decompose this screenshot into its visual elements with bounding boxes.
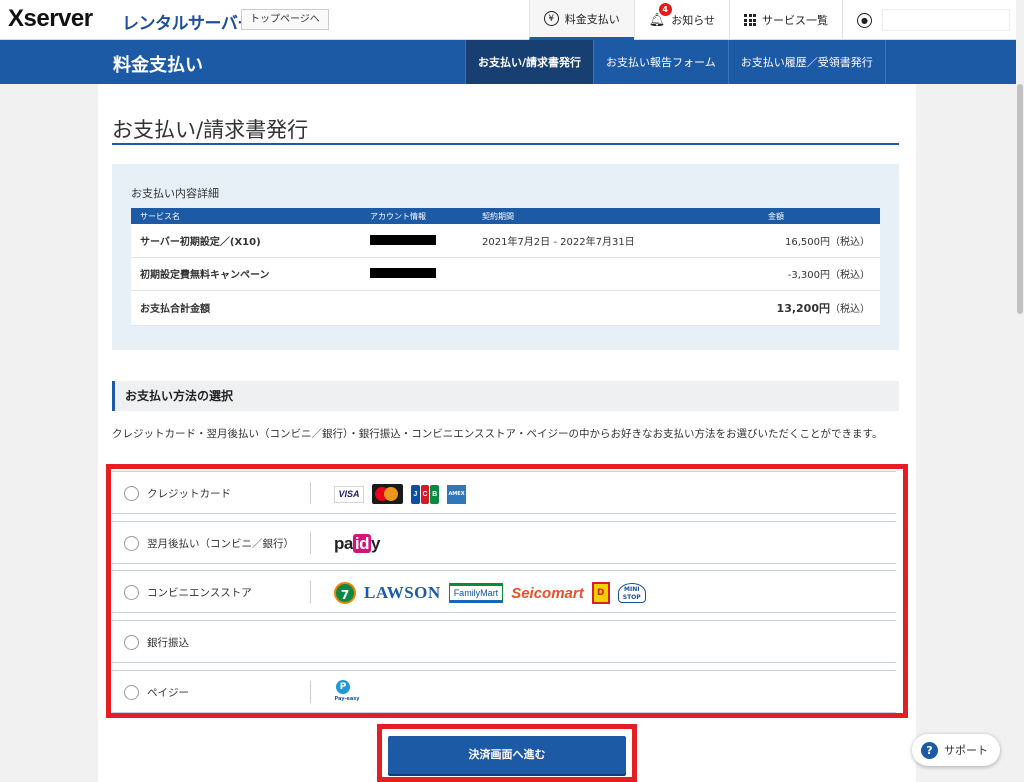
period-cell: [473, 257, 663, 291]
redacted-account: [370, 268, 436, 278]
sub-nav: お支払い/請求書発行 お支払い報告フォーム お支払い履歴／受領書発行: [465, 40, 886, 84]
table-header-row: サービス名 アカウント情報 契約期間 金額: [131, 208, 880, 224]
payment-option-label: コンビニエンスストア: [147, 587, 252, 599]
column-header: アカウント情報: [361, 208, 473, 224]
table-row: 初期設定費無料キャンペーン -3,300円（税込）: [131, 257, 880, 291]
seven-eleven-logo: 7: [334, 582, 356, 604]
total-amount: 13,200円: [776, 301, 830, 315]
ministop-logo: MINI STOP: [617, 583, 646, 603]
total-row: お支払合計金額 13,200円（税込）: [131, 290, 880, 326]
table-row: サーバー初期設定／(X10) 2021年7月2日 - 2022年7月31日 16…: [131, 224, 880, 258]
nav-payment-label: 料金支払い: [564, 12, 620, 26]
top-header: Xserver レンタルサーバー トップページへ ¥ 料金支払い 🔔︎ 4 お知…: [0, 0, 1024, 40]
tab-payment-history[interactable]: お支払い履歴／受領書発行: [727, 40, 886, 84]
payment-method-heading: お支払い方法の選択: [112, 381, 899, 411]
payment-option-convenience-store[interactable]: コンビニエンスストア 7 LAWSON FamilyMart Seicomart…: [112, 570, 896, 613]
section-header-bar: 料金支払い お支払い/請求書発行 お支払い報告フォーム お支払い履歴／受領書発行: [0, 40, 1024, 84]
tab-payment-report-form[interactable]: お支払い報告フォーム: [593, 40, 728, 84]
seicomart-logo: Seicomart: [511, 584, 584, 602]
payment-option-credit-card[interactable]: クレジットカード VISA J C B AMEX: [112, 471, 896, 514]
radio-button[interactable]: [124, 536, 139, 551]
nav-services[interactable]: サービス一覧: [729, 0, 842, 40]
payment-details-label: お支払い内容詳細: [131, 187, 219, 200]
payment-option-pay-easy[interactable]: ペイジー P Pay-easy: [112, 670, 896, 713]
total-amount-cell: 13,200円（税込）: [663, 290, 880, 326]
payment-details-box: お支払い内容詳細 サービス名 アカウント情報 契約期間 金額 サーバー初期設定／…: [112, 164, 899, 350]
payeasy-logo: P Pay-easy: [334, 680, 360, 702]
grid-icon: [744, 14, 756, 26]
lawson-logo: LAWSON: [364, 583, 441, 602]
account-cell: [361, 257, 473, 291]
section-title: 料金支払い: [113, 55, 203, 76]
period-cell: 2021年7月2日 - 2022年7月31日: [473, 224, 663, 258]
radio-button[interactable]: [124, 685, 139, 700]
help-icon: ?: [921, 741, 938, 759]
support-label: サポート: [944, 744, 988, 757]
paidy-logo: pa id y: [334, 534, 380, 553]
support-button[interactable]: ? サポート: [912, 734, 1000, 766]
nav-notifications[interactable]: 🔔︎ 4 お知らせ: [633, 0, 729, 40]
nav-services-label: サービス一覧: [762, 14, 828, 27]
nav-notifications-label: お知らせ: [671, 14, 715, 27]
nav-user[interactable]: ●: [842, 0, 1024, 40]
top-nav: ¥ 料金支払い 🔔︎ 4 お知らせ サービス一覧 ●: [528, 0, 1024, 40]
jcb-logo: J C B: [411, 484, 440, 504]
card-logos: VISA J C B AMEX: [334, 481, 466, 507]
scrollbar-thumb[interactable]: [1017, 84, 1023, 314]
payment-method-description: クレジットカード・翌月後払い（コンビニ／銀行）・銀行振込・コンビニエンスストア・…: [112, 428, 883, 440]
column-header: 金額: [663, 208, 880, 224]
visa-logo: VISA: [334, 485, 364, 503]
payment-option-label: クレジットカード: [147, 488, 231, 500]
toppage-button[interactable]: トップページへ: [241, 9, 329, 30]
xserver-logo[interactable]: Xserver: [8, 5, 93, 33]
page-title: お支払い/請求書発行: [112, 118, 309, 142]
payment-details-table: サービス名 アカウント情報 契約期間 金額 サーバー初期設定／(X10) 202…: [131, 208, 880, 326]
nav-payment[interactable]: ¥ 料金支払い: [528, 0, 634, 40]
notification-badge: 4: [658, 3, 672, 16]
title-underline: [112, 143, 899, 145]
payment-option-label: 銀行振込: [147, 637, 189, 649]
radio-button[interactable]: [124, 486, 139, 501]
mastercard-logo: [372, 484, 403, 504]
service-cell: 初期設定費無料キャンペーン: [131, 257, 361, 291]
payeasy-logos: P Pay-easy: [334, 680, 360, 706]
amex-logo: AMEX: [447, 484, 466, 504]
radio-button[interactable]: [124, 585, 139, 600]
tab-payment-invoice[interactable]: お支払い/請求書発行: [465, 40, 594, 84]
convenience-store-logos: 7 LAWSON FamilyMart Seicomart D MINI STO…: [334, 580, 646, 606]
logo-subtitle[interactable]: レンタルサーバー: [122, 9, 254, 34]
amount-cell: 16,500円（税込）: [663, 224, 880, 258]
daily-yamazaki-logo: D: [591, 582, 610, 604]
redacted-account: [370, 234, 436, 245]
account-cell: [361, 224, 473, 258]
total-tax: （税込）: [830, 303, 870, 315]
payment-option-deferred[interactable]: 翌月後払い（コンビニ／銀行） pa id y: [112, 521, 896, 564]
familymart-logo: FamilyMart: [448, 583, 504, 603]
payment-option-label: 翌月後払い（コンビニ／銀行）: [147, 538, 294, 550]
proceed-to-payment-button[interactable]: 決済画面へ進む: [388, 736, 626, 774]
column-header: 契約期間: [473, 208, 663, 224]
total-label: お支払合計金額: [131, 290, 361, 326]
payment-option-label: ペイジー: [147, 687, 189, 699]
amount-cell: -3,300円（税込）: [663, 257, 880, 291]
paidy-logos: pa id y: [334, 531, 380, 557]
column-header: サービス名: [131, 208, 361, 224]
user-name-field: [882, 9, 1010, 31]
radio-button[interactable]: [124, 635, 139, 650]
payment-option-bank-transfer[interactable]: 銀行振込: [112, 620, 896, 663]
main-content: お支払い/請求書発行 お支払い内容詳細 サービス名 アカウント情報 契約期間 金…: [98, 84, 916, 782]
scrollbar[interactable]: [1016, 0, 1024, 782]
user-icon: ●: [857, 12, 872, 28]
service-cell: サーバー初期設定／(X10): [131, 224, 361, 258]
yen-circle-icon: ¥: [543, 11, 559, 26]
